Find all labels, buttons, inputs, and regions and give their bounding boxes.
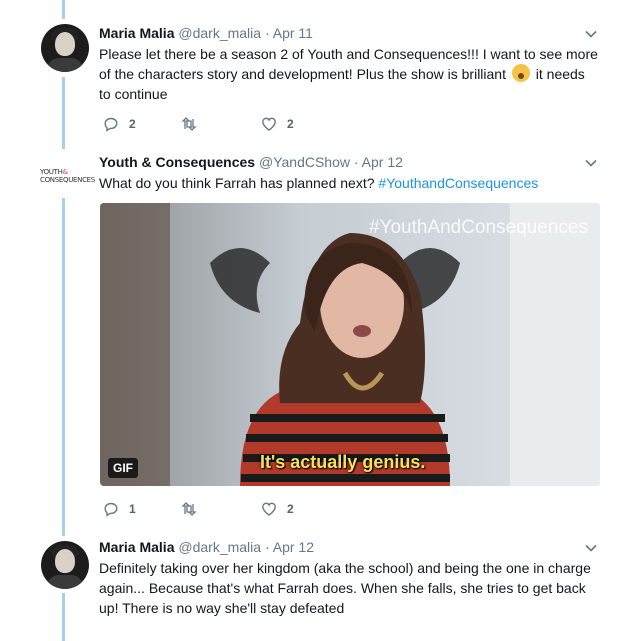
author-name[interactable]: Maria Malia (99, 539, 174, 555)
like-icon (262, 502, 276, 516)
separator-dot: · (353, 154, 359, 170)
like-icon (262, 117, 276, 131)
chevron-down-icon[interactable] (584, 156, 598, 170)
tweet-text-line: Definitely taking over her kingdom (aka … (99, 560, 591, 576)
tweet-text: Definitely taking over her kingdom (aka … (99, 558, 599, 618)
reply-count: 1 (129, 502, 136, 516)
tweet-header: Youth & Consequences @YandCShow · Apr 12 (99, 154, 403, 170)
like-count: 2 (287, 502, 294, 516)
logo-ampersand: & (62, 168, 68, 176)
tweet-header: Maria Malia @dark_malia · Apr 12 (99, 539, 314, 555)
logo-text-line2: CONSEQUENCES (40, 176, 95, 184)
thread-line-bottom (62, 198, 65, 536)
retweet-button[interactable] (181, 501, 197, 517)
chevron-down-icon[interactable] (584, 27, 598, 41)
author-handle[interactable]: @YandCShow (259, 154, 350, 170)
author-handle[interactable]: @dark_malia (178, 25, 261, 41)
reply-button[interactable]: 2 (103, 116, 136, 132)
tweet-actions: 1 2 (103, 501, 323, 519)
tweet-text: What do you think Farrah has planned nex… (99, 173, 599, 193)
logo-text-word: YOUTH (40, 168, 63, 176)
gif-badge: GIF (108, 458, 138, 478)
thread-line-top (62, 0, 65, 19)
tweet-text-line: Please let there be a season 2 of Youth … (99, 46, 598, 62)
tweet-text-segment: it needs (535, 66, 585, 82)
brand-logo[interactable]: YOUTH& CONSEQUENCES (40, 168, 95, 184)
tweet-actions: 2 2 (103, 116, 323, 134)
retweet-icon (181, 117, 197, 131)
tweet-text-segment: of the characters story and development!… (99, 66, 506, 82)
thread-line-end (62, 593, 65, 641)
retweet-button[interactable] (181, 116, 197, 132)
gif-still-image (100, 203, 600, 486)
separator-dot: · (264, 539, 270, 555)
thread-line-mid (62, 77, 65, 149)
tweet-date[interactable]: Apr 11 (273, 25, 313, 41)
avatar[interactable] (41, 541, 89, 589)
author-handle[interactable]: @dark_malia (178, 539, 261, 555)
tweet-text: Please let there be a season 2 of Youth … (99, 44, 599, 104)
reply-icon (104, 502, 118, 517)
tweet-text-line: again... Because that's what Farrah does… (99, 580, 586, 596)
tweet-date[interactable]: Apr 12 (362, 154, 403, 170)
author-name[interactable]: Maria Malia (99, 25, 174, 41)
chevron-down-icon[interactable] (584, 541, 598, 555)
avatar[interactable] (41, 24, 89, 72)
tweet-text-line: to continue (99, 86, 168, 102)
tweet-header: Maria Malia @dark_malia · Apr 11 (99, 25, 313, 41)
tweet-text-line: up! There is no way she'll stay defeated (99, 600, 345, 616)
separator-dot: · (264, 25, 270, 41)
logo-text: YOUTH& (40, 168, 90, 176)
like-count: 2 (287, 117, 294, 131)
tweet-text-segment: What do you think Farrah has planned nex… (99, 175, 375, 191)
retweet-icon (181, 502, 197, 516)
like-button[interactable]: 2 (261, 116, 294, 132)
reply-icon (104, 117, 118, 132)
gif-media[interactable]: #YouthAndConsequences It's actually geni… (100, 203, 600, 486)
reply-button[interactable]: 1 (103, 501, 136, 517)
media-hashtag-overlay: #YouthAndConsequences (368, 217, 588, 238)
emoji-scream-icon (511, 64, 530, 82)
like-button[interactable]: 2 (261, 501, 294, 517)
media-caption: It's actually genius. (260, 452, 426, 472)
author-name[interactable]: Youth & Consequences (99, 154, 255, 170)
tweet-date[interactable]: Apr 12 (273, 539, 314, 555)
hashtag-link[interactable]: #YouthandConsequences (378, 175, 538, 191)
tweet-text-line: of the characters story and development!… (99, 64, 599, 84)
reply-count: 2 (129, 117, 136, 131)
